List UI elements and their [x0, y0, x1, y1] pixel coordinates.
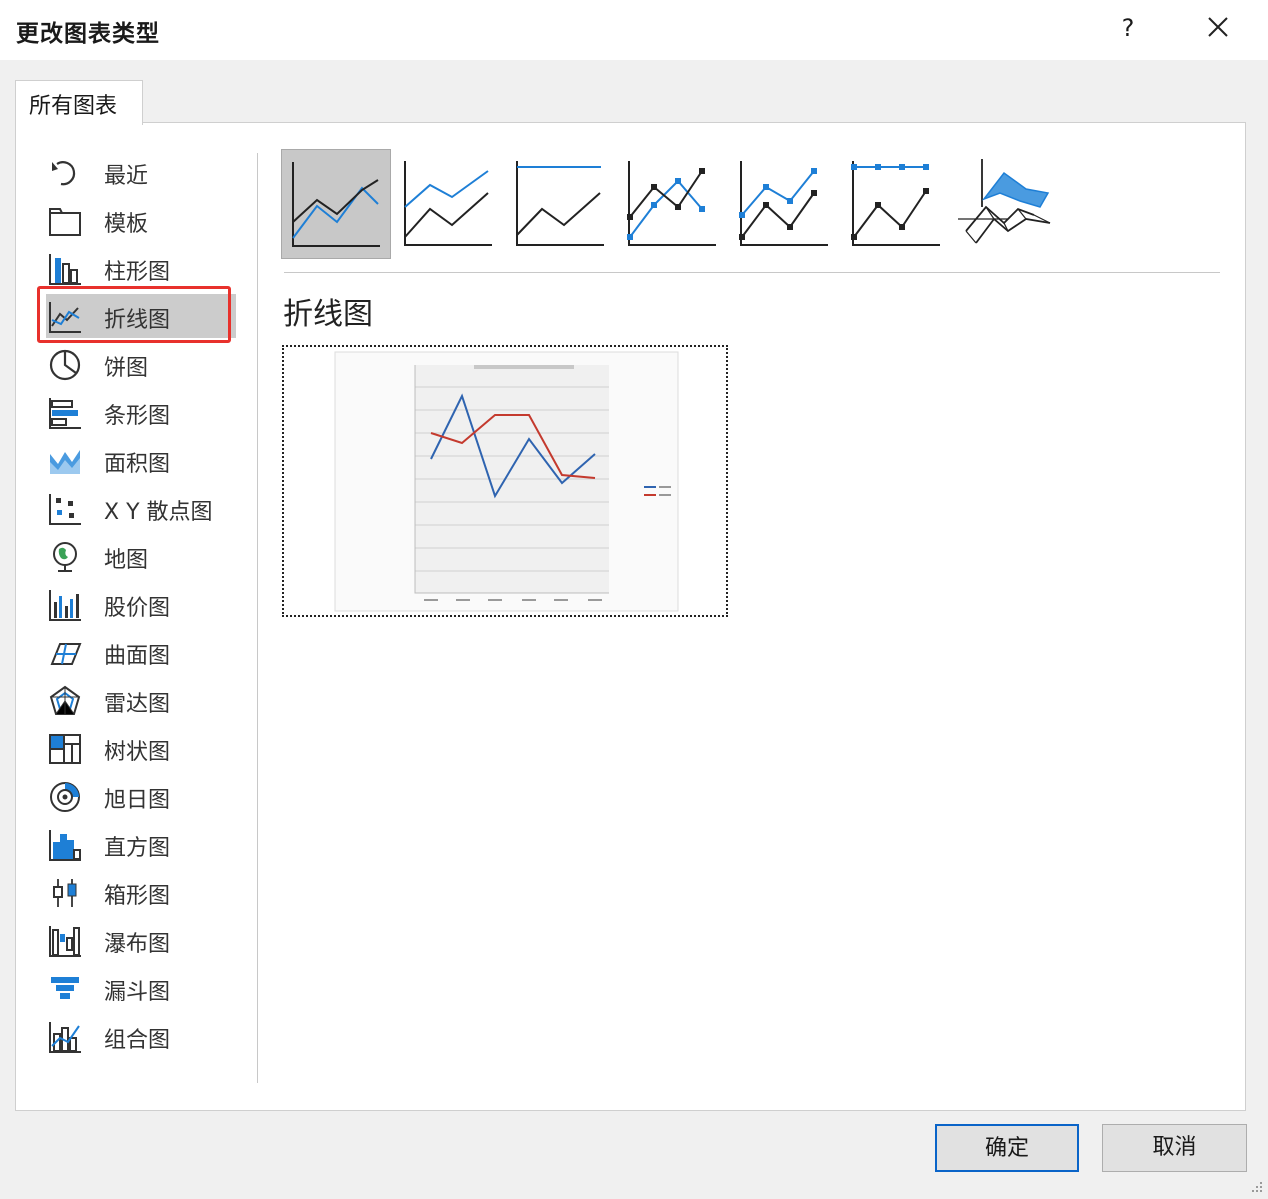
combo-chart-icon: [49, 1022, 81, 1053]
chart-preview[interactable]: [282, 345, 728, 617]
tab-all-charts[interactable]: 所有图表: [15, 80, 143, 125]
column-chart-icon: [49, 254, 81, 285]
sidebar-item-area[interactable]: 面积图: [46, 438, 236, 482]
sidebar-item-combo[interactable]: 组合图: [46, 1014, 236, 1058]
chart-preview-thumbnail: [334, 351, 679, 612]
bar-chart-icon: [49, 398, 81, 429]
sidebar-item-label: 箱形图: [104, 884, 171, 909]
sidebar-item-surface[interactable]: 曲面图: [46, 630, 236, 674]
sidebar-item-treemap[interactable]: 树状图: [46, 726, 236, 770]
sidebar-item-pie[interactable]: 饼图: [46, 342, 236, 386]
ok-button[interactable]: 确定: [935, 1124, 1079, 1172]
close-button[interactable]: [1198, 10, 1238, 46]
line-with-markers-subtype-icon: [627, 161, 716, 246]
sidebar-item-scatter[interactable]: X Y 散点图: [46, 486, 236, 530]
subtype-stacked-line-with-markers[interactable]: [730, 149, 840, 259]
sidebar-item-label: 旭日图: [104, 788, 171, 813]
waterfall-chart-icon: [49, 926, 81, 957]
sidebar-item-label: X Y 散点图: [104, 500, 213, 525]
chart-type-title: 折线图: [283, 297, 373, 332]
sidebar-item-label: 股价图: [104, 596, 171, 621]
subtype-stacked-line[interactable]: [394, 149, 504, 259]
sidebar-item-label: 雷达图: [104, 692, 171, 717]
help-button[interactable]: ?: [1110, 10, 1146, 46]
sidebar-item-histogram[interactable]: 直方图: [46, 822, 236, 866]
sidebar-item-label: 面积图: [104, 452, 171, 477]
tab-all-charts-label: 所有图表: [29, 94, 118, 119]
sidebar-item-recent[interactable]: 最近: [46, 150, 236, 194]
line-subtype-icon: [292, 162, 380, 247]
subtype-line-with-markers[interactable]: [618, 149, 728, 259]
sidebar-item-funnel[interactable]: 漏斗图: [46, 966, 236, 1010]
stacked-line-with-markers-subtype-icon: [739, 161, 828, 246]
sidebar-item-radar[interactable]: 雷达图: [46, 678, 236, 722]
cancel-button[interactable]: 取消: [1102, 1124, 1247, 1172]
sidebar-item-label: 饼图: [104, 356, 149, 381]
sidebar-item-map[interactable]: 地图: [46, 534, 236, 578]
sunburst-chart-icon: [50, 782, 80, 812]
horizontal-divider: [284, 272, 1220, 273]
resize-grip-icon: [1252, 1182, 1262, 1192]
subtype-line[interactable]: [281, 149, 391, 259]
pie-chart-icon: [49, 349, 81, 381]
surface-chart-icon: [50, 643, 82, 665]
sidebar-item-column[interactable]: 柱形图: [46, 246, 236, 290]
sidebar-item-box-whisker[interactable]: 箱形图: [46, 870, 236, 914]
sidebar-item-templates[interactable]: 模板: [46, 198, 236, 242]
recent-icon: [52, 161, 76, 186]
selection-highlight: [37, 286, 231, 343]
sidebar-item-label: 树状图: [104, 740, 171, 765]
stock-chart-icon: [49, 590, 81, 621]
sidebar-item-label: 柱形图: [104, 260, 171, 285]
scatter-chart-icon: [49, 494, 81, 525]
100-stacked-line-subtype-icon: [516, 161, 604, 246]
sidebar-item-label: 模板: [104, 212, 149, 237]
3d-line-subtype-icon: [958, 159, 1051, 244]
sidebar-item-label: 瀑布图: [104, 932, 171, 957]
sidebar-item-label: 曲面图: [104, 644, 171, 669]
resize-grip[interactable]: [1245, 1175, 1265, 1195]
treemap-chart-icon: [49, 734, 81, 764]
template-folder-icon: [49, 208, 81, 236]
100-stacked-line-with-markers-subtype-icon: [851, 161, 940, 246]
sidebar-item-sunburst[interactable]: 旭日图: [46, 774, 236, 818]
sidebar-item-stock[interactable]: 股价图: [46, 582, 236, 626]
sidebar-item-label: 条形图: [104, 404, 171, 429]
vertical-divider: [257, 153, 258, 1083]
sidebar-item-bar[interactable]: 条形图: [46, 390, 236, 434]
subtype-3d-line[interactable]: [954, 149, 1064, 259]
sidebar-item-waterfall[interactable]: 瀑布图: [46, 918, 236, 962]
sidebar-item-label: 漏斗图: [104, 980, 171, 1005]
chart-type-panel: 最近 模板 柱形图 折线图 饼图 条形图 面积图 X Y 散点图 地图 股价图 …: [15, 122, 1246, 1111]
radar-chart-icon: [49, 685, 81, 715]
stacked-line-subtype-icon: [404, 161, 492, 246]
sidebar-item-label: 组合图: [104, 1028, 171, 1053]
funnel-chart-icon: [51, 977, 79, 999]
close-icon: [1208, 17, 1228, 37]
dialog-titlebar: 更改图表类型 ?: [0, 0, 1268, 60]
subtype-100-stacked-line-with-markers[interactable]: [842, 149, 952, 259]
histogram-chart-icon: [49, 830, 81, 861]
area-chart-icon: [50, 450, 80, 474]
box-whisker-chart-icon: [53, 879, 77, 907]
sidebar-item-label: 最近: [104, 164, 149, 189]
map-chart-icon: [53, 542, 77, 572]
subtype-100-stacked-line[interactable]: [506, 149, 616, 259]
sidebar-item-label: 地图: [104, 548, 149, 573]
dialog-title: 更改图表类型: [16, 21, 160, 47]
sidebar-item-label: 直方图: [104, 836, 171, 861]
